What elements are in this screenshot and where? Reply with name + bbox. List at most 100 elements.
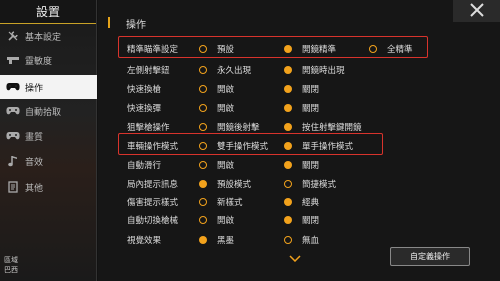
gamepad-icon (6, 129, 20, 143)
sidebar-item-label: 基本設定 (25, 32, 62, 43)
sidebar-item-label: 自動拾取 (25, 107, 62, 118)
radio-selected-icon (284, 104, 292, 112)
region-value: 巴西 (4, 266, 18, 274)
radio-option-label: 經典 (302, 198, 320, 208)
setting-label: 局內提示訊息 (127, 180, 179, 190)
sidebar-item[interactable]: 自動拾取 (0, 99, 97, 123)
music-note-icon (6, 154, 20, 168)
radio-selected-icon (284, 198, 292, 206)
radio-unselected-icon (284, 180, 292, 188)
radio-option[interactable]: 開啟 (199, 156, 234, 174)
radio-option-label: 黑墨 (217, 236, 235, 246)
highlight-box (118, 133, 383, 155)
radio-unselected-icon (199, 104, 207, 112)
radio-selected-icon (199, 180, 207, 188)
radio-option-label: 關閉 (302, 104, 320, 114)
radio-option-label: 開鏡後射擊 (217, 123, 260, 133)
radio-selected-icon (284, 66, 292, 74)
sidebar-item-label: 操作 (25, 83, 44, 94)
sidebar-item-label: 音效 (25, 157, 44, 168)
radio-option[interactable]: 開啟 (199, 99, 234, 117)
radio-unselected-icon (199, 85, 207, 93)
radio-option-label: 開啟 (217, 85, 235, 95)
settings-title: 設置 (0, 0, 96, 24)
setting-row: 快速換槍 開啟 關閉 (98, 80, 500, 98)
radio-option-label: 無血 (302, 236, 320, 246)
radio-selected-icon (284, 85, 292, 93)
radio-option-label: 開啟 (217, 216, 235, 226)
sidebar-item-label: 靈敏度 (25, 56, 53, 67)
setting-row: 自動滑行 開啟 關閉 (98, 156, 500, 174)
radio-option-label: 預設模式 (217, 180, 252, 190)
radio-option[interactable]: 簡捷模式 (284, 175, 336, 193)
setting-row: 快速換彈 開啟 關閉 (98, 99, 500, 117)
radio-option-label: 關閉 (302, 216, 320, 226)
radio-option[interactable]: 關閉 (284, 156, 319, 174)
sidebar-item[interactable]: 靈敏度 (0, 48, 97, 72)
custom-controls-button[interactable]: 自定義操作 (390, 247, 470, 266)
radio-option-label: 關閉 (302, 85, 320, 95)
sidebar-item[interactable]: 操作 (0, 75, 97, 99)
document-icon (6, 180, 20, 194)
radio-unselected-icon (199, 66, 207, 74)
sidebar-item[interactable]: 其他 (0, 175, 97, 199)
radio-option-label: 新樣式 (217, 198, 243, 208)
radio-option-label: 關閉 (302, 161, 320, 171)
setting-label: 快速換彈 (127, 104, 162, 114)
sidebar-item-label: 其他 (25, 183, 44, 194)
radio-unselected-icon (199, 216, 207, 224)
radio-unselected-icon (199, 123, 207, 131)
region-info: 區域 巴西 (4, 255, 18, 275)
radio-option[interactable]: 預設模式 (199, 175, 251, 193)
setting-label: 左側射擊鈕 (127, 66, 170, 76)
radio-option[interactable]: 永久出現 (199, 61, 251, 79)
sidebar-item[interactable]: 音效 (0, 149, 97, 173)
chevron-down-icon[interactable] (289, 247, 301, 266)
gamepad-icon (6, 80, 20, 94)
radio-option[interactable]: 新樣式 (199, 193, 243, 211)
radio-option-label: 開啟 (217, 104, 235, 114)
setting-label: 狙擊槍操作 (127, 123, 170, 133)
sidebar: 設置 基本設定靈敏度操作自動拾取畫質音效其他 區域 巴西 (0, 0, 97, 281)
gamepad-icon (6, 104, 20, 118)
radio-selected-icon (199, 236, 207, 244)
setting-row: 局內提示訊息 預設模式 簡捷模式 (98, 175, 500, 193)
radio-option[interactable]: 關閉 (284, 80, 319, 98)
setting-label: 自動切換槍械 (127, 216, 179, 226)
radio-option-label: 開鏡時出現 (302, 66, 345, 76)
setting-row: 傷害提示樣式 新樣式 經典 (98, 193, 500, 211)
sidebar-item[interactable]: 基本設定 (0, 24, 97, 48)
setting-row: 左側射擊鈕 永久出現 開鏡時出現 (98, 61, 500, 79)
radio-selected-icon (284, 161, 292, 169)
gun-icon (6, 53, 20, 67)
section-header: 操作 (126, 20, 146, 31)
setting-row: 自動切換槍械 開啟 關閉 (98, 211, 500, 229)
close-icon (469, 2, 485, 21)
sidebar-item[interactable]: 畫質 (0, 124, 97, 148)
wrench-icon (6, 29, 20, 43)
radio-option[interactable]: 經典 (284, 193, 319, 211)
radio-option[interactable]: 關閉 (284, 211, 319, 229)
radio-selected-icon (284, 216, 292, 224)
radio-option[interactable]: 關閉 (284, 99, 319, 117)
close-button[interactable] (453, 0, 500, 22)
setting-label: 自動滑行 (127, 161, 162, 171)
radio-selected-icon (284, 123, 292, 131)
radio-option[interactable]: 開啟 (199, 80, 234, 98)
setting-label: 快速換槍 (127, 85, 162, 95)
radio-option[interactable]: 開啟 (199, 211, 234, 229)
setting-label: 傷害提示樣式 (127, 198, 179, 208)
main-panel: 操作 精準瞄準設定 預設 開鏡精準 全精準 左側射擊鈕 永久出現 開鏡時出現 快速換槍 開啟 關閉… (98, 0, 500, 281)
radio-option-label: 按住射擊鍵開鏡 (302, 123, 362, 133)
region-label: 區域 (4, 256, 18, 264)
radio-option-label: 開啟 (217, 161, 235, 171)
highlight-box (118, 36, 428, 58)
radio-unselected-icon (199, 198, 207, 206)
radio-option-label: 簡捷模式 (302, 180, 337, 190)
setting-label: 視覺效果 (127, 236, 162, 246)
sidebar-item-label: 畫質 (25, 132, 44, 143)
radio-option[interactable]: 開鏡時出現 (284, 61, 345, 79)
radio-option-label: 永久出現 (217, 66, 252, 76)
radio-unselected-icon (284, 236, 292, 244)
radio-option[interactable]: 黑墨 (199, 231, 234, 249)
